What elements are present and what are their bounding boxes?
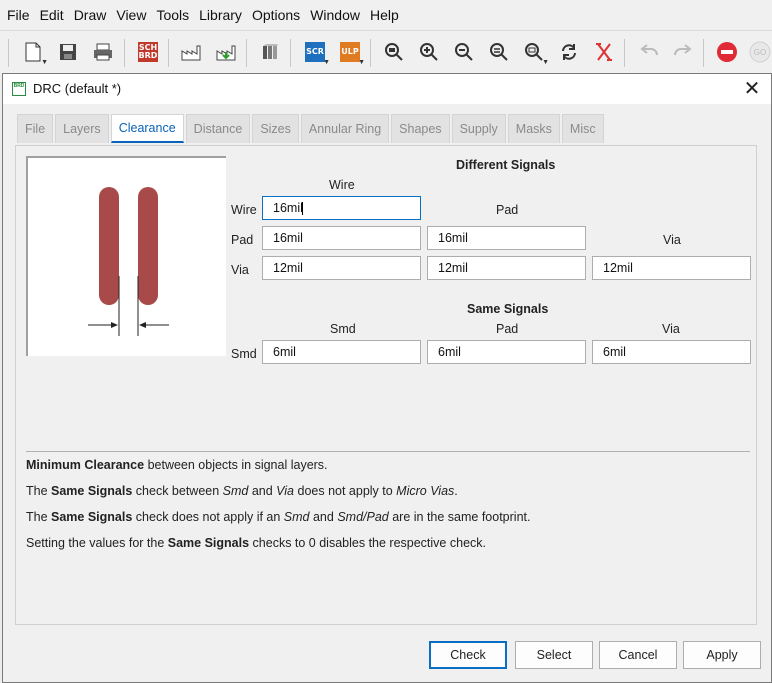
row-label-pad: Pad: [231, 233, 254, 247]
refresh-icon[interactable]: [556, 39, 582, 65]
toolbar-separator: [703, 39, 704, 67]
clearance-panel: Different Signals Wire Wire Pad Pad Via …: [15, 145, 757, 625]
section-divider: [26, 451, 750, 452]
via-wire-input[interactable]: [262, 256, 421, 280]
col-label-pad: Pad: [496, 203, 519, 217]
col-label-pad-same: Pad: [496, 322, 519, 336]
tab-layers[interactable]: Layers: [55, 114, 109, 143]
tab-bar: File Layers Clearance Distance Sizes Ann…: [17, 114, 606, 144]
pad-pad-input[interactable]: [427, 226, 586, 250]
col-label-smd: Smd: [330, 322, 356, 336]
brd-app-icon: BRD: [12, 82, 26, 96]
tab-sizes[interactable]: Sizes: [252, 114, 299, 143]
menu-view[interactable]: View: [111, 0, 151, 30]
smd-pad-input[interactable]: [427, 340, 586, 364]
tab-misc[interactable]: Misc: [561, 114, 604, 143]
zoom-redraw-icon[interactable]: [486, 39, 512, 65]
drc-dialog: BRD DRC (default *) ✕ File Layers Cleara…: [2, 73, 772, 683]
print-icon[interactable]: [90, 39, 116, 65]
menu-bar: File Edit Draw View Tools Library Option…: [0, 0, 772, 30]
save-icon[interactable]: [55, 39, 81, 65]
menu-tools[interactable]: Tools: [151, 0, 194, 30]
manufacturing-icon[interactable]: [213, 39, 239, 65]
redo-icon: [670, 39, 696, 65]
new-file-icon[interactable]: ▼: [20, 39, 48, 66]
toolbar: ▼ SCH BRD SCR ▼ ULP ▼ ▼ GO: [0, 30, 772, 74]
description-line-2: The Same Signals check between Smd and V…: [26, 484, 458, 498]
apply-button[interactable]: Apply: [683, 641, 761, 669]
menu-window[interactable]: Window: [305, 0, 365, 30]
dialog-titlebar: BRD DRC (default *) ✕: [3, 74, 771, 104]
col-label-via: Via: [663, 233, 681, 247]
zoom-select-icon[interactable]: ▼: [521, 39, 549, 66]
check-button[interactable]: Check: [429, 641, 507, 669]
tab-distance[interactable]: Distance: [185, 114, 251, 143]
toolbar-separator: [8, 39, 9, 67]
library-icon[interactable]: [257, 39, 283, 65]
ulp-icon[interactable]: ULP ▼: [337, 39, 365, 66]
row-label-smd: Smd: [231, 347, 257, 361]
menu-draw[interactable]: Draw: [69, 0, 112, 30]
script-icon[interactable]: SCR ▼: [302, 39, 330, 66]
zoom-fit-icon[interactable]: [381, 39, 407, 65]
cancel-button[interactable]: Cancel: [599, 641, 677, 669]
go-icon[interactable]: GO: [748, 39, 772, 65]
text-cursor: [302, 202, 303, 215]
zoom-out-icon[interactable]: [451, 39, 477, 65]
same-signals-heading: Same Signals: [467, 302, 549, 316]
toolbar-separator: [124, 39, 125, 67]
menu-help[interactable]: Help: [365, 0, 404, 30]
tab-masks[interactable]: Masks: [507, 114, 560, 143]
tab-supply[interactable]: Supply: [451, 114, 506, 143]
description-line-4: Setting the values for the Same Signals …: [26, 536, 486, 550]
undo-icon: [636, 39, 662, 65]
different-signals-heading: Different Signals: [456, 158, 556, 172]
zoom-in-icon[interactable]: [416, 39, 442, 65]
menu-file[interactable]: File: [2, 0, 35, 30]
tab-file[interactable]: File: [17, 114, 54, 143]
cam-processor-icon[interactable]: [178, 39, 204, 65]
switch-sch-brd-icon[interactable]: SCH BRD: [135, 39, 161, 65]
stop-icon[interactable]: [714, 39, 740, 65]
pad-wire-input[interactable]: [262, 226, 421, 250]
col-label-via-same: Via: [662, 322, 680, 336]
tab-annular-ring[interactable]: Annular Ring: [300, 114, 390, 143]
toolbar-separator: [290, 39, 291, 67]
select-button[interactable]: Select: [515, 641, 593, 669]
tab-shapes[interactable]: Shapes: [391, 114, 450, 143]
via-via-input[interactable]: [592, 256, 751, 280]
toolbar-separator: [624, 39, 625, 67]
dialog-title: DRC (default *): [33, 81, 122, 96]
toolbar-separator: [370, 39, 371, 67]
sch-brd-label: SCH BRD: [138, 42, 158, 62]
toolbar-separator: [168, 39, 169, 67]
menu-options[interactable]: Options: [247, 0, 305, 30]
ulp-label: ULP: [340, 42, 360, 62]
scr-label: SCR: [305, 42, 325, 62]
col-label-wire: Wire: [329, 178, 355, 192]
tab-clearance[interactable]: Clearance: [110, 114, 184, 143]
via-pad-input[interactable]: [427, 256, 586, 280]
go-label: GO: [754, 48, 766, 57]
row-label-wire: Wire: [231, 203, 257, 217]
description-line-1: Minimum Clearance between objects in sig…: [26, 458, 328, 472]
row-label-via: Via: [231, 263, 249, 277]
smd-smd-input[interactable]: [262, 340, 421, 364]
clearance-preview-image: [26, 156, 226, 356]
description-line-3: The Same Signals check does not apply if…: [26, 510, 531, 524]
wire-wire-input[interactable]: [262, 196, 421, 220]
smd-via-input[interactable]: [592, 340, 751, 364]
ratsnest-icon[interactable]: [591, 39, 617, 65]
menu-library[interactable]: Library: [194, 0, 247, 30]
menu-edit[interactable]: Edit: [35, 0, 69, 30]
toolbar-separator: [246, 39, 247, 67]
close-icon[interactable]: ✕: [741, 77, 763, 100]
